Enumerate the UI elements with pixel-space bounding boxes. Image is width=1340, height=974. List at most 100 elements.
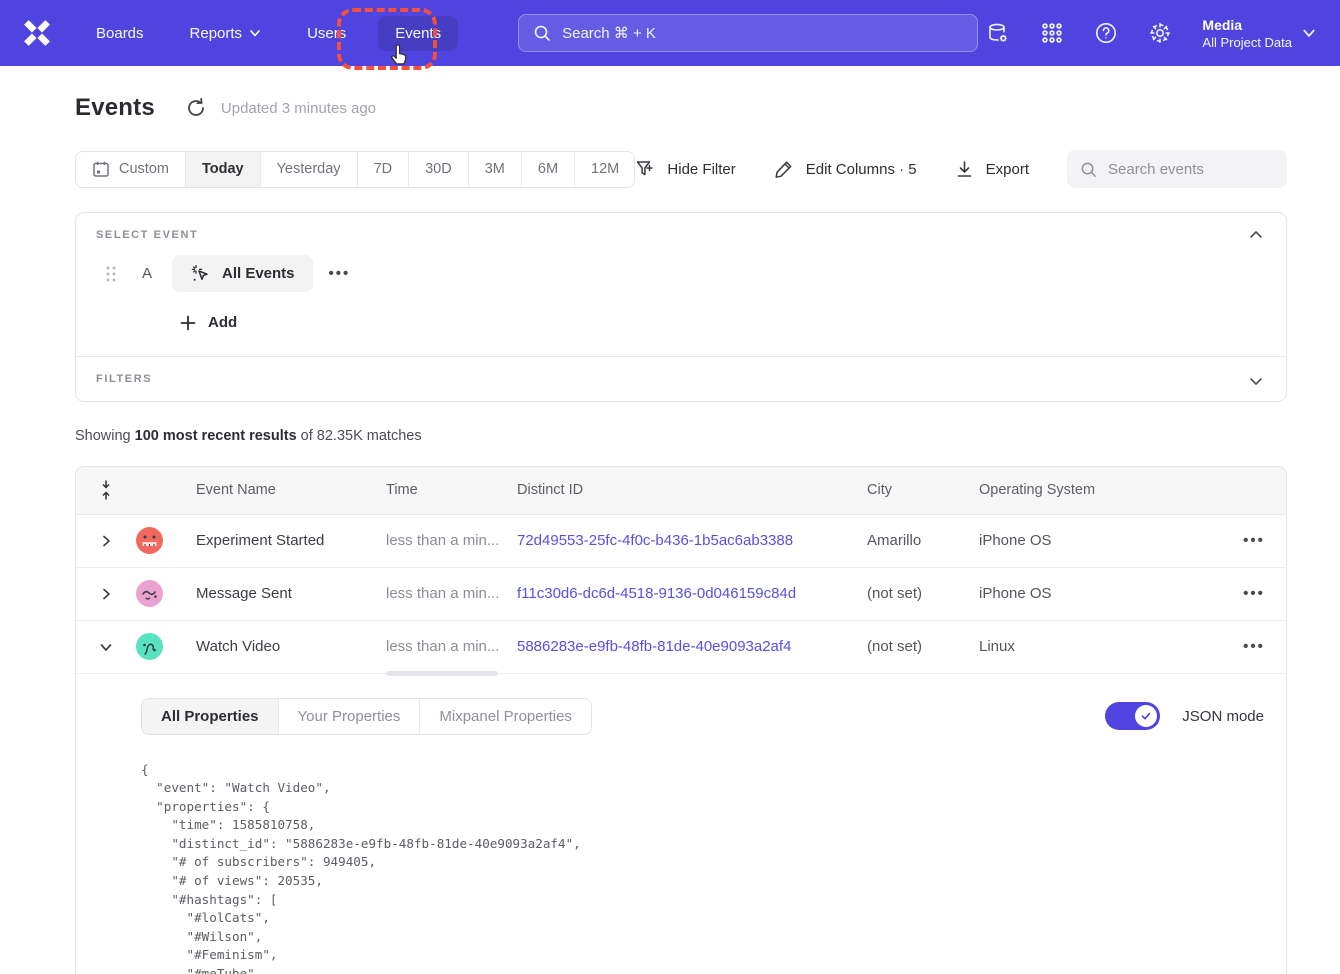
drag-handle-icon[interactable] [104,265,118,283]
date-range-custom[interactable]: Custom [76,152,186,187]
row-more-options-button[interactable]: ••• [1222,638,1286,655]
row-more-options-button[interactable]: ••• [1222,585,1286,602]
select-event-section: SELECT EVENT A All Events [76,213,1286,356]
event-more-options-button[interactable]: ••• [329,265,351,282]
export-label: Export [986,161,1029,178]
export-button[interactable]: Export [955,160,1029,179]
edit-columns-button[interactable]: Edit Columns · 5 [774,159,917,179]
last-updated-text: Updated 3 minutes ago [221,100,376,117]
date-range-7d[interactable]: 7D [358,152,410,187]
date-range-today[interactable]: Today [186,152,261,187]
results-summary-suffix: of 82.35K matches [297,428,422,444]
chevron-down-icon [1302,26,1316,40]
city-cell: Amarillo [867,532,979,549]
os-cell: Linux [979,638,1222,655]
page-header: Events Updated 3 minutes ago [75,94,1287,122]
table-row[interactable]: Message Sent less than a min... f11c30d6… [76,568,1286,621]
chevron-down-icon[interactable] [99,640,113,654]
table-row[interactable]: Experiment Started less than a min... 72… [76,515,1286,568]
date-range-group: Custom Today Yesterday 7D 30D 3M 6M 12M [75,151,635,188]
page-title: Events [75,94,155,122]
distinct-id-link[interactable]: 5886283e-e9fb-48fb-81de-40e9093a2af4 [517,638,867,655]
column-header-city[interactable]: City [867,482,979,498]
date-range-3m[interactable]: 3M [469,152,522,187]
date-range-yesterday[interactable]: Yesterday [261,152,358,187]
distinct-id-link[interactable]: 72d49553-25fc-4f0c-b436-1b5ac6ab3388 [517,532,867,549]
tab-mixpanel-properties[interactable]: Mixpanel Properties [420,699,591,734]
tab-your-properties[interactable]: Your Properties [279,699,421,734]
nav-right-group: Media All Project Data [986,16,1340,51]
event-name-cell: Message Sent [196,585,386,602]
distinct-id-link[interactable]: f11c30d6-dc6d-4518-9136-0d046159c84d [517,585,867,602]
chevron-down-icon[interactable] [1248,373,1264,389]
sparkle-cursor-icon [190,263,212,285]
collapse-all-rows-icon[interactable] [98,479,114,501]
mixpanel-logo-icon[interactable] [22,18,52,48]
pencil-icon [774,159,794,179]
project-scope: All Project Data [1202,35,1292,51]
os-cell: iPhone OS [979,585,1222,602]
tab-all-properties[interactable]: All Properties [142,699,279,734]
search-events-placeholder: Search events [1108,161,1204,178]
results-summary-count: 100 most recent results [135,428,297,444]
add-event-label: Add [208,314,237,331]
table-row-expanded[interactable]: Watch Video less than a min... 5886283e-… [76,621,1286,674]
global-search-input[interactable]: Search ⌘ + K [518,14,978,52]
json-mode-label: JSON mode [1182,708,1264,725]
date-range-30d[interactable]: 30D [409,152,469,187]
avatar [136,580,163,607]
nav-item-events[interactable]: Events [378,16,458,51]
global-search-placeholder: Search ⌘ + K [562,24,656,42]
search-events-input[interactable]: Search events [1067,150,1287,188]
chevron-up-icon[interactable] [1248,227,1264,243]
download-icon [955,160,974,179]
settings-gear-icon[interactable] [1148,21,1172,45]
query-builder-card: SELECT EVENT A All Events [75,212,1287,402]
table-toolbar: Hide Filter Edit Columns · 5 Export [635,150,1287,188]
refresh-icon[interactable] [185,97,207,119]
chevron-right-icon[interactable] [99,534,113,548]
avatar [136,633,163,660]
event-json-view[interactable]: { "event": "Watch Video", "properties": … [141,761,1264,974]
json-mode-toggle[interactable] [1105,702,1160,730]
select-event-label: SELECT EVENT [96,229,1266,241]
nav-item-reports-label: Reports [190,25,243,42]
controls-row: Custom Today Yesterday 7D 30D 3M 6M 12M … [75,150,1287,188]
hide-filter-button[interactable]: Hide Filter [635,159,735,179]
project-switcher[interactable]: Media All Project Data [1202,16,1316,51]
event-name-cell: Experiment Started [196,532,386,549]
nav-item-reports[interactable]: Reports [176,16,276,51]
clause-letter: A [140,265,154,282]
calendar-icon [92,160,110,178]
edit-columns-label: Edit Columns · 5 [806,161,917,178]
date-range-6m[interactable]: 6M [522,152,575,187]
results-summary: Showing 100 most recent results of 82.35… [75,428,1287,444]
results-table: Event Name Time Distinct ID City Operati… [75,466,1287,974]
city-cell: (not set) [867,585,979,602]
chevron-right-icon[interactable] [99,587,113,601]
column-header-event-name[interactable]: Event Name [196,482,386,498]
apps-grid-icon[interactable] [1040,21,1064,45]
filter-funnel-icon [635,159,655,179]
column-header-os[interactable]: Operating System [979,482,1222,498]
help-icon[interactable] [1094,21,1118,45]
filters-section[interactable]: FILTERS [76,356,1286,401]
search-icon [533,24,551,42]
avatar [136,527,163,554]
nav-item-boards[interactable]: Boards [82,16,158,51]
row-more-options-button[interactable]: ••• [1222,532,1286,549]
city-cell: (not set) [867,638,979,655]
project-name: Media [1202,16,1292,35]
data-management-icon[interactable] [986,21,1010,45]
os-cell: iPhone OS [979,532,1222,549]
column-header-time[interactable]: Time [386,482,517,498]
horizontal-scrollbar-thumb[interactable] [386,671,498,676]
event-detail-panel: All Properties Your Properties Mixpanel … [76,676,1286,974]
event-selector-pill[interactable]: All Events [172,255,313,292]
date-range-custom-label: Custom [119,161,169,177]
column-header-distinct-id[interactable]: Distinct ID [517,482,867,498]
date-range-12m[interactable]: 12M [575,152,635,187]
add-event-button[interactable]: Add [180,314,237,331]
nav-item-users[interactable]: Users [293,16,360,51]
event-clause-row: A All Events ••• [96,255,1266,292]
